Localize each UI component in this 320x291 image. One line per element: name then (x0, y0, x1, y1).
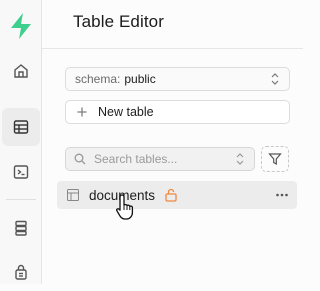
unlock-icon[interactable] (165, 188, 177, 202)
database-icon (15, 220, 27, 236)
lock-document-icon (15, 264, 27, 280)
schema-value: public (124, 72, 156, 86)
filter-button[interactable] (261, 146, 289, 172)
sql-editor-nav-button[interactable] (2, 153, 40, 191)
rail-divider (6, 199, 36, 200)
sidebar-rail (0, 0, 42, 284)
table-icon (67, 189, 79, 201)
search-tables-input[interactable]: Search tables... (65, 147, 255, 171)
more-options-icon[interactable] (275, 189, 289, 201)
supabase-logo-icon[interactable] (8, 12, 34, 40)
chevron-up-down-icon (271, 73, 279, 85)
header-divider (42, 48, 303, 49)
plus-icon (77, 107, 87, 117)
table-editor-nav-button[interactable] (2, 108, 40, 146)
search-placeholder: Search tables... (94, 152, 178, 166)
auth-nav-button[interactable] (2, 253, 40, 291)
new-table-label: New table (98, 105, 154, 119)
home-icon (14, 64, 28, 78)
search-icon (74, 153, 86, 165)
chevron-up-down-icon (236, 153, 244, 165)
table-editor-icon (13, 120, 29, 134)
filter-icon (268, 153, 282, 166)
hand-pointer-cursor-icon (115, 194, 134, 220)
database-nav-button[interactable] (2, 209, 40, 247)
new-table-button[interactable]: New table (65, 100, 290, 124)
schema-selector[interactable]: schema: public (65, 67, 290, 91)
table-editor-panel: Table Editor schema: public New table Se… (42, 0, 303, 284)
terminal-icon (13, 165, 29, 179)
page-title: Table Editor (73, 12, 164, 31)
home-nav-button[interactable] (2, 52, 40, 90)
schema-label: schema: (75, 72, 121, 86)
table-list-item[interactable]: documents (57, 181, 297, 209)
